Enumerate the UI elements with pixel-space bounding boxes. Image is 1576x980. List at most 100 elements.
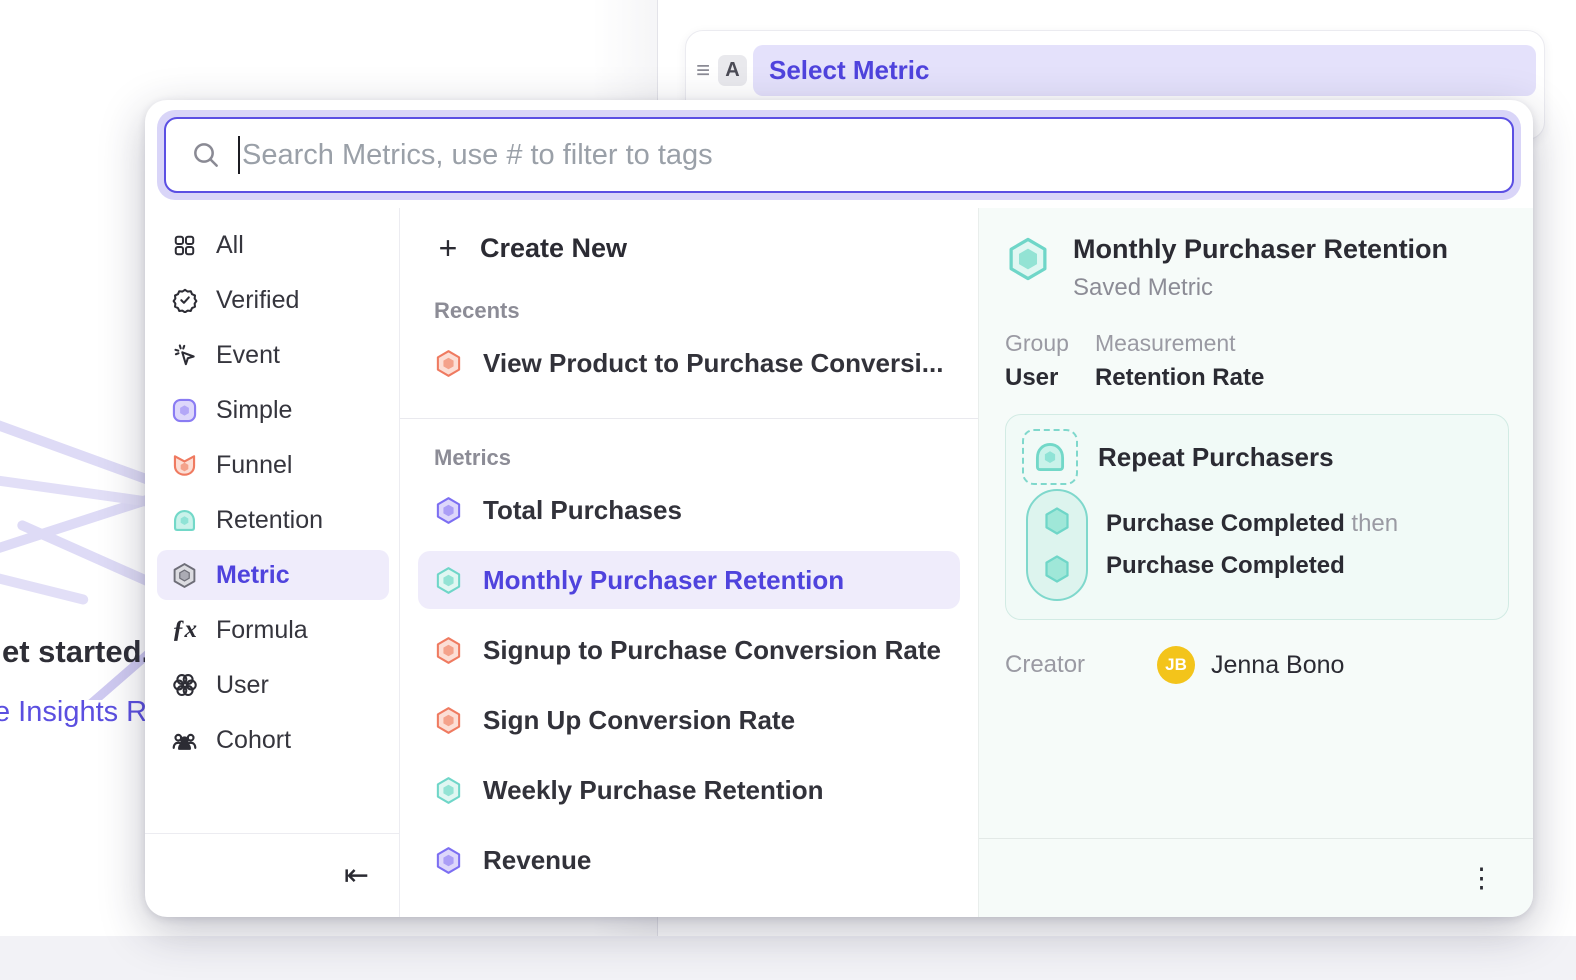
formula-icon: ƒx <box>171 617 198 644</box>
collapse-sidebar-icon[interactable]: ⇤ <box>344 861 369 891</box>
detail-footer: ⋮ <box>979 838 1533 917</box>
verified-badge-icon <box>171 287 198 314</box>
metric-item-total-purchases[interactable]: Total Purchases <box>418 481 960 539</box>
metric-item-view-product-to-purchase[interactable]: View Product to Purchase Conversi... <box>418 334 960 392</box>
background-get-started-text: et started. <box>2 634 150 670</box>
sidebar-item-label: Funnel <box>216 451 292 480</box>
definition-steps: Purchase Completed then Purchase Complet… <box>1106 503 1398 587</box>
metric-hexagon-icon <box>171 562 198 589</box>
metric-item-sign-up-conversion-rate[interactable]: Sign Up Conversion Rate <box>418 691 960 749</box>
metric-item-monthly-purchaser-retention[interactable]: Monthly Purchaser Retention <box>418 551 960 609</box>
metric-item-label: View Product to Purchase Conversi... <box>483 348 943 379</box>
sidebar-item-event[interactable]: Event <box>157 330 389 380</box>
sidebar-footer: ⇤ <box>145 833 399 917</box>
funnel-icon <box>171 452 198 479</box>
metric-item-label: Signup to Purchase Conversion Rate <box>483 635 941 666</box>
measurement-value: Retention Rate <box>1095 364 1264 392</box>
sidebar-item-label: Event <box>216 341 280 370</box>
sidebar-item-simple[interactable]: Simple <box>157 385 389 435</box>
search-box[interactable] <box>164 117 1514 193</box>
metric-detail-panel: Monthly Purchaser Retention Saved Metric… <box>978 208 1533 917</box>
metric-hexagon-icon <box>434 776 463 805</box>
retention-steps-capsule <box>1026 489 1088 601</box>
background-bottom-band <box>0 936 1576 980</box>
group-label: Group <box>1005 330 1069 357</box>
sidebar-item-label: Cohort <box>216 726 291 755</box>
step-row: Purchase Completed then <box>1106 503 1398 545</box>
metric-item-label: Revenue <box>483 845 591 876</box>
metrics-section-label: Metrics <box>434 445 960 471</box>
sidebar-item-label: Metric <box>216 561 290 590</box>
section-divider <box>400 418 978 419</box>
sidebar-item-label: Simple <box>216 396 292 425</box>
search-input[interactable] <box>242 139 1488 172</box>
metric-definition-card: Repeat Purchasers Purchase Completed the… <box>1005 414 1509 620</box>
background-insights-link[interactable]: e Insights Re <box>0 696 163 729</box>
search-icon <box>190 139 222 171</box>
metric-hexagon-icon <box>434 846 463 875</box>
step-connector: then <box>1351 510 1398 537</box>
retention-definition-icon <box>1022 429 1078 485</box>
sidebar-item-user[interactable]: User <box>157 660 389 710</box>
search-focus-ring <box>157 110 1521 200</box>
metric-item-revenue[interactable]: Revenue <box>418 831 960 889</box>
metric-picker-modal: All Verified <box>145 100 1533 917</box>
metric-item-label: Monthly Purchaser Retention <box>483 565 844 596</box>
metric-list-column: + Create New Recents View Product to Pur… <box>400 208 978 917</box>
metric-item-label: Total Purchases <box>483 495 682 526</box>
step-hexagon-icon <box>1040 552 1074 586</box>
simple-metric-icon <box>171 397 198 424</box>
select-metric-label: Select Metric <box>769 55 929 86</box>
sidebar-item-formula[interactable]: ƒx Formula <box>157 605 389 655</box>
metric-hexagon-icon <box>434 349 463 378</box>
group-value: User <box>1005 364 1069 392</box>
metric-item-label: Sign Up Conversion Rate <box>483 705 795 736</box>
sidebar-item-label: User <box>216 671 269 700</box>
saved-metric-hexagon-icon <box>1005 236 1051 282</box>
sidebar-item-all[interactable]: All <box>157 220 389 270</box>
sidebar-item-label: Verified <box>216 286 299 315</box>
definition-title: Repeat Purchasers <box>1098 442 1334 473</box>
step-hexagon-icon <box>1040 504 1074 538</box>
creator-name: Jenna Bono <box>1211 651 1344 680</box>
row-letter-badge: A <box>718 55 747 86</box>
metric-hexagon-icon <box>434 496 463 525</box>
sidebar-item-retention[interactable]: Retention <box>157 495 389 545</box>
sidebar-item-metric[interactable]: Metric <box>157 550 389 600</box>
sidebar-item-label: Retention <box>216 506 323 535</box>
kebab-menu-icon[interactable]: ⋮ <box>1468 865 1495 892</box>
measurement-label: Measurement <box>1095 330 1264 357</box>
metric-hexagon-icon <box>434 566 463 595</box>
group-field: Group User <box>1005 330 1069 392</box>
plus-icon: + <box>434 230 462 267</box>
creator-row: Creator JB Jenna Bono <box>1005 646 1509 684</box>
text-cursor <box>238 136 240 174</box>
step1-event: Purchase Completed <box>1106 510 1345 537</box>
metric-item-weekly-purchase-retention[interactable]: Weekly Purchase Retention <box>418 761 960 819</box>
sidebar-item-label: Formula <box>216 616 308 645</box>
metric-hexagon-icon <box>434 706 463 735</box>
creator-avatar: JB <box>1157 646 1195 684</box>
step2-event: Purchase Completed <box>1106 552 1345 579</box>
drag-handle-icon[interactable]: ≡ <box>690 45 716 96</box>
cursor-click-icon <box>171 342 198 369</box>
metric-hexagon-icon <box>434 636 463 665</box>
metric-item-label: Weekly Purchase Retention <box>483 775 824 806</box>
creator-label: Creator <box>1005 651 1157 679</box>
sidebar-item-verified[interactable]: Verified <box>157 275 389 325</box>
measurement-field: Measurement Retention Rate <box>1095 330 1264 392</box>
create-new-button[interactable]: + Create New <box>434 224 960 272</box>
retention-icon <box>171 507 198 534</box>
select-metric-button[interactable]: Select Metric <box>753 45 1536 96</box>
sidebar-item-funnel[interactable]: Funnel <box>157 440 389 490</box>
recents-section-label: Recents <box>434 298 960 324</box>
user-cluster-icon <box>171 672 198 699</box>
detail-title: Monthly Purchaser Retention <box>1073 234 1448 265</box>
cohort-people-icon <box>171 727 198 754</box>
sidebar-item-cohort[interactable]: Cohort <box>157 715 389 765</box>
metric-item-signup-to-purchase-conversion-rate[interactable]: Signup to Purchase Conversion Rate <box>418 621 960 679</box>
filter-sidebar: All Verified <box>145 208 400 917</box>
detail-subtitle: Saved Metric <box>1073 274 1448 302</box>
create-new-label: Create New <box>480 233 627 264</box>
grid-icon <box>171 232 198 259</box>
